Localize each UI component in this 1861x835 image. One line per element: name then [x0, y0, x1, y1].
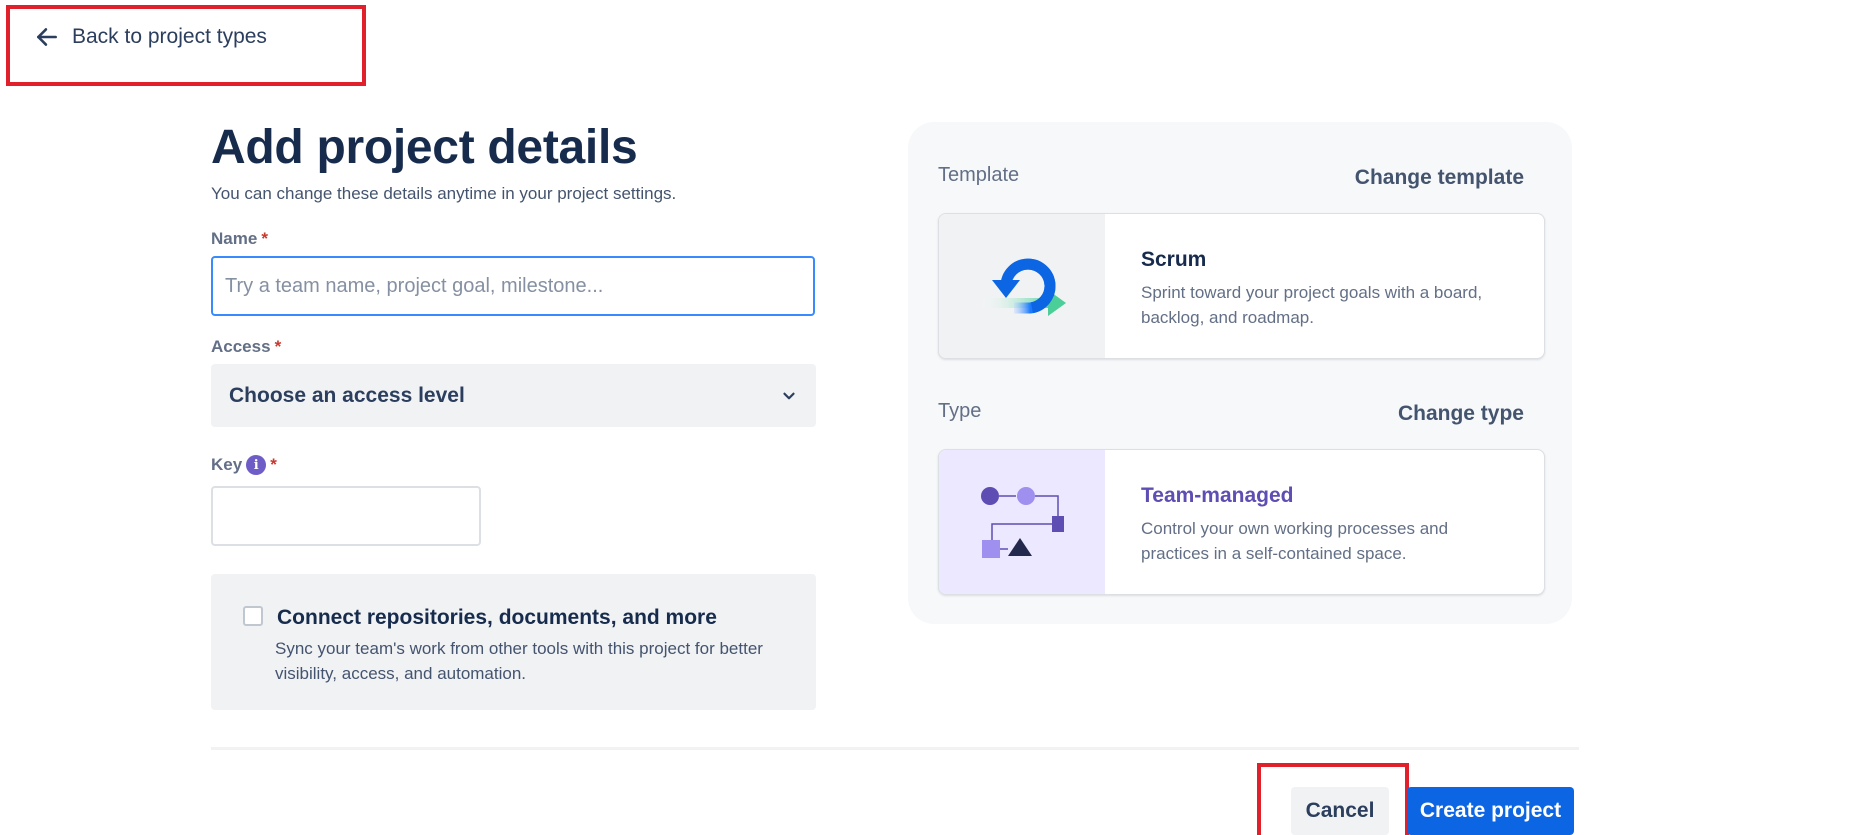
cancel-button[interactable]: Cancel — [1291, 787, 1389, 835]
required-mark: * — [261, 229, 268, 248]
type-label: Type — [938, 400, 982, 422]
info-icon[interactable]: i — [246, 455, 267, 475]
create-project-button[interactable]: Create project — [1407, 787, 1574, 835]
team-managed-flow-icon — [939, 450, 1105, 594]
required-mark: * — [270, 455, 277, 474]
name-input[interactable] — [211, 256, 815, 316]
scrum-cycle-icon — [939, 214, 1105, 358]
footer-divider — [211, 747, 1579, 750]
type-card-description: Control your own working processes and p… — [1141, 519, 1449, 563]
change-template-link[interactable]: Change template — [1355, 166, 1524, 190]
project-summary-panel: Template Change template Scrum Sprint to… — [908, 122, 1572, 624]
page-title: Add project details — [211, 121, 638, 174]
required-mark: * — [274, 337, 282, 356]
chevron-down-icon — [783, 392, 795, 399]
template-label: Template — [938, 164, 1020, 186]
connect-tools-panel: Connect repositories, documents, and mor… — [211, 574, 816, 710]
template-card-title: Scrum — [1141, 248, 1207, 271]
connect-checkbox[interactable] — [243, 606, 263, 626]
key-label: Key i * — [211, 455, 277, 475]
access-level-select[interactable]: Choose an access level — [211, 364, 816, 427]
page-subtitle: You can change these details anytime in … — [211, 184, 677, 203]
connect-title: Connect repositories, documents, and mor… — [277, 606, 717, 629]
key-input[interactable] — [211, 486, 481, 546]
name-label: Name * — [211, 229, 268, 248]
back-to-project-types-link[interactable]: Back to project types — [34, 24, 267, 50]
arrow-left-icon — [37, 28, 57, 46]
change-type-link[interactable]: Change type — [1398, 402, 1524, 426]
back-link-label: Back to project types — [72, 25, 267, 48]
template-card-description: Sprint toward your project goals with a … — [1141, 283, 1483, 327]
connect-description: Sync your team's work from other tools w… — [275, 639, 763, 683]
access-label: Access * — [211, 337, 282, 356]
template-card-scrum[interactable]: Scrum Sprint toward your project goals w… — [938, 213, 1545, 359]
type-card-team-managed[interactable]: Team-managed Control your own working pr… — [938, 449, 1545, 595]
access-selected-value: Choose an access level — [229, 383, 465, 407]
type-card-title: Team-managed — [1141, 484, 1294, 507]
